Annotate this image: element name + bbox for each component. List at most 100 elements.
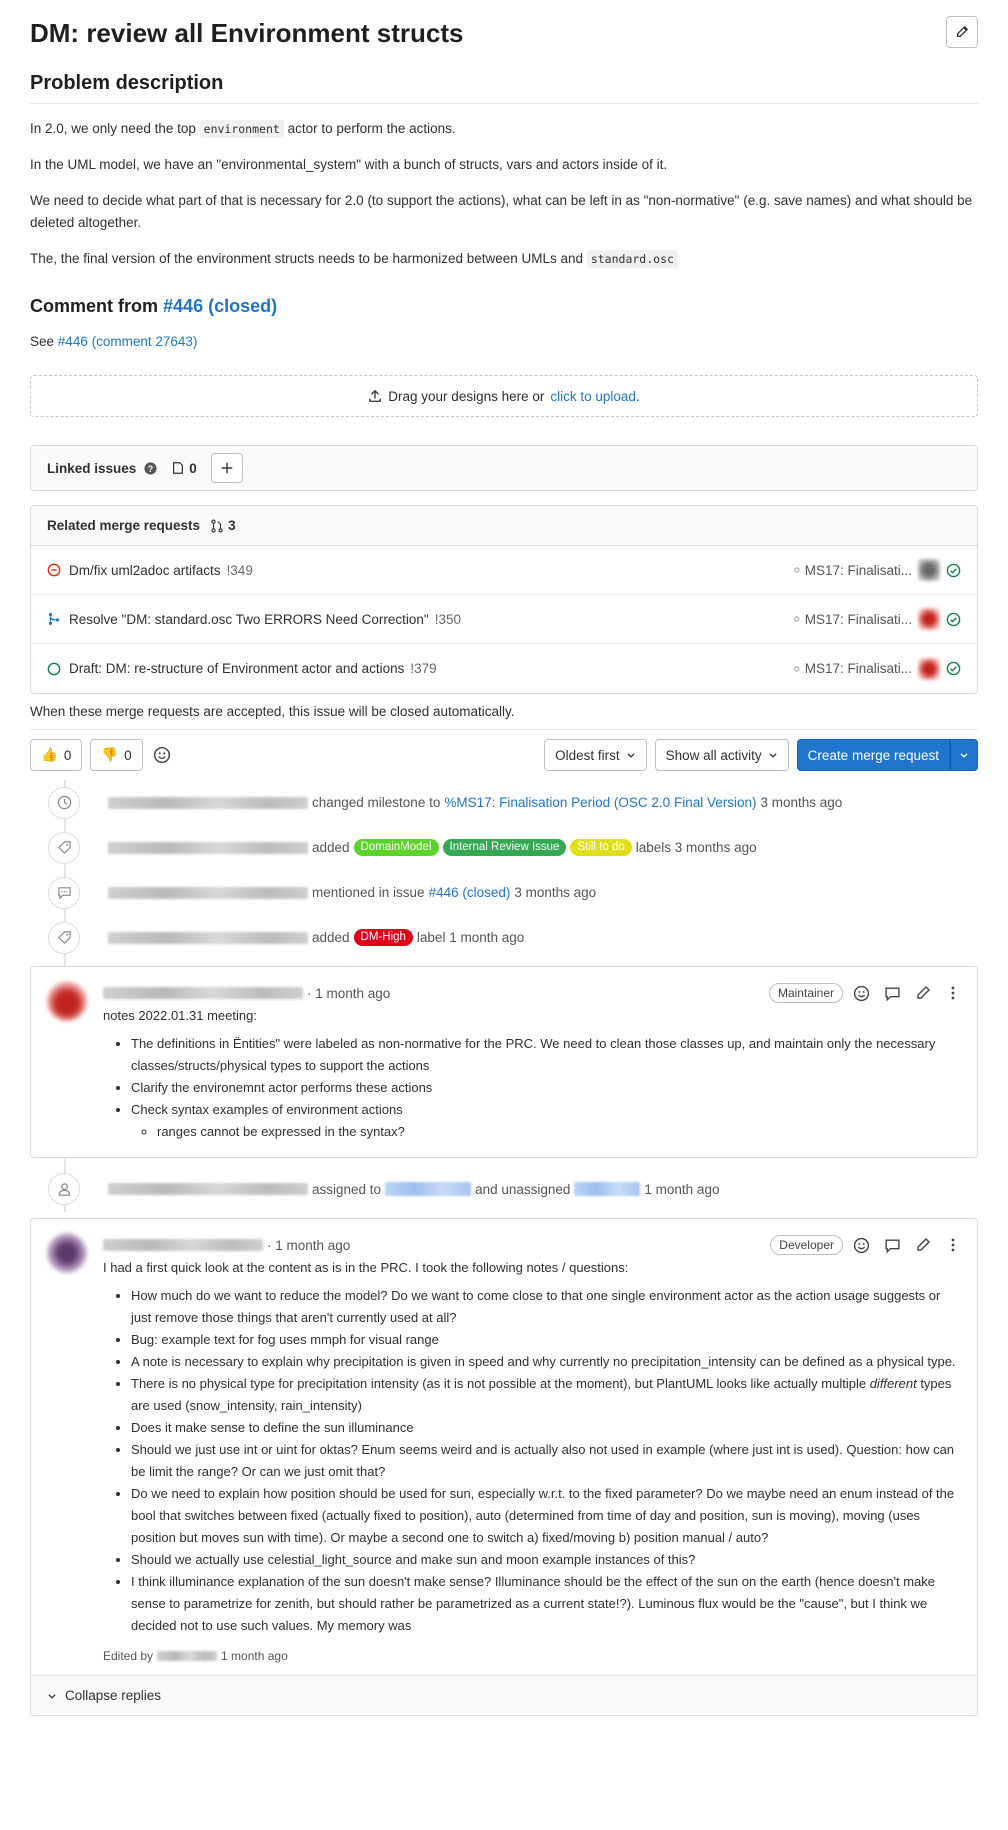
related-mrs-card: Related merge requests 3 Dm/fix uml2adoc… [30, 505, 978, 694]
label-icon [48, 921, 80, 954]
related-mr-row[interactable]: Draft: DM: re-structure of Environment a… [31, 644, 977, 693]
thumbs-down-icon: 👎 [101, 747, 119, 762]
avatar[interactable] [918, 657, 940, 680]
avatar[interactable] [47, 981, 87, 1021]
question-icon[interactable]: ? [144, 461, 157, 475]
author-name-redacted[interactable] [103, 987, 303, 999]
related-mr-row[interactable]: Dm/fix uml2adoc artifacts !349 MS17: Final… [31, 546, 977, 595]
comment-heading: Comment from #446 (closed) [30, 296, 278, 316]
assignee-link-redacted[interactable] [385, 1182, 472, 1196]
click-to-upload-link[interactable]: click to upload [550, 389, 636, 404]
mr-ref: !350 [434, 611, 462, 627]
pipeline-passed-icon[interactable] [946, 612, 961, 627]
mr-closed-icon [47, 563, 61, 577]
smiley-icon[interactable] [853, 1237, 870, 1254]
collapse-replies-button[interactable]: Collapse replies [31, 1675, 977, 1715]
related-mrs-header: Related merge requests 3 [31, 506, 977, 546]
chevron-down-icon [960, 753, 968, 758]
user-name-redacted [108, 931, 308, 944]
editor-name-redacted[interactable] [157, 1651, 218, 1661]
user-name-redacted [108, 796, 308, 809]
pencil-icon[interactable] [915, 985, 931, 1001]
list-item: Does it make sense to define the sun ill… [131, 1417, 961, 1439]
list-item: I think illuminance explanation of the s… [131, 1571, 961, 1637]
design-dropzone[interactable]: Drag your designs here or click to uploa… [30, 375, 978, 417]
label-chip[interactable]: Internal Review Issue [442, 839, 567, 856]
thumbs-down-button[interactable]: 👎 0 [90, 739, 143, 771]
add-reaction-button[interactable] [153, 746, 171, 764]
issue-title: DM: review all Environment structs [30, 18, 464, 48]
mention-issue-link[interactable]: #446 (closed) [429, 885, 511, 900]
create-merge-request-button[interactable]: Create merge request [796, 739, 950, 771]
mr-milestone: MS17: Finalisati... [794, 661, 912, 676]
more-actions-icon[interactable] [945, 1237, 961, 1253]
thumbs-up-icon: 👍 [41, 747, 58, 762]
milestone-icon [794, 616, 800, 622]
chevron-down-icon [48, 1693, 56, 1699]
issue-page: DM: review all Environment structs Probl… [0, 0, 1008, 1830]
clock-icon [48, 786, 80, 819]
label-chip[interactable]: Still to do [570, 839, 632, 856]
list-subitem: ranges cannot be expressed in the syntax… [157, 1121, 961, 1143]
label-chip[interactable]: DomainModel [353, 839, 439, 856]
issue-446-link[interactable]: #446 (closed) [163, 296, 277, 316]
reply-icon[interactable] [884, 985, 901, 1002]
label-dm-high[interactable]: DM-High [353, 929, 413, 946]
add-linked-issue-button[interactable] [210, 453, 243, 483]
mr-title-link[interactable]: Draft: DM: re-structure of Environment a… [69, 661, 404, 676]
edit-title-button[interactable] [946, 16, 978, 48]
unassignee-link-redacted[interactable] [574, 1182, 641, 1196]
avatar[interactable] [918, 559, 940, 581]
see-line: See #446 (comment 27643) [30, 334, 198, 349]
pipeline-passed-icon[interactable] [946, 661, 961, 676]
related-mrs-count: 3 [228, 518, 236, 533]
activity-filter-dropdown[interactable]: Show all activity [654, 739, 789, 771]
activity-labels: added DomainModel Internal Review Issue St… [30, 825, 978, 870]
create-mr-options-button[interactable] [950, 739, 978, 771]
linked-issues-count: 0 [171, 461, 197, 476]
milestone-link[interactable]: %MS17: Finalisation Period (OSC 2.0 Fina… [444, 795, 756, 810]
sort-dropdown[interactable]: Oldest first [544, 739, 647, 771]
avatar[interactable] [47, 1233, 87, 1273]
mr-title-link[interactable]: Resolve "DM: standard.osc Two ERRORS Nee… [69, 612, 429, 627]
label-icon [48, 831, 80, 864]
smiley-icon[interactable] [853, 985, 870, 1002]
desc-paragraph-4: The, the final version of the environmen… [30, 248, 978, 270]
more-actions-icon[interactable] [945, 985, 961, 1001]
edited-by: Edited by 1 month ago [103, 1649, 288, 1663]
author-name-redacted[interactable] [103, 1239, 263, 1251]
pencil-icon[interactable] [915, 1237, 931, 1253]
list-item: Check syntax examples of environment act… [131, 1099, 961, 1143]
desc-paragraph-2: In the UML model, we have an "environmen… [30, 157, 668, 172]
activity-mention: mentioned in issue #446 (closed) 3 month… [30, 870, 978, 915]
related-mr-row[interactable]: Resolve "DM: standard.osc Two ERRORS Nee… [31, 595, 977, 644]
user-icon [48, 1173, 80, 1205]
linked-issues-label: Linked issues [47, 460, 137, 476]
note-body: I had a first quick look at the content … [31, 1257, 961, 1637]
comment-icon [48, 876, 80, 909]
user-name-redacted [108, 1183, 308, 1195]
note-body: notes 2022.01.31 meeting: The definition… [103, 1005, 961, 1143]
thumbs-up-button[interactable]: 👍 0 [30, 739, 83, 771]
avatar[interactable] [918, 608, 940, 630]
chevron-down-icon [627, 753, 635, 758]
mr-ref: !349 [226, 562, 253, 578]
list-item: Clarify the environemnt actor performs t… [131, 1077, 961, 1099]
activity-assign: assigned to and unassigned 1 month ago [30, 1166, 978, 1212]
code-environment: environment [199, 120, 284, 138]
milestone-icon [794, 567, 800, 573]
desc-paragraph-1: In 2.0, we only need the top environment… [30, 120, 456, 138]
mr-open-icon [47, 662, 61, 675]
user-name-redacted [108, 886, 308, 899]
list-item: Should we just use int or uint for oktas… [131, 1439, 961, 1483]
problem-heading: Problem description [30, 72, 978, 104]
reply-icon[interactable] [884, 1237, 901, 1254]
auto-close-note: When these merge requests are accepted, … [30, 704, 978, 730]
list-item: Do we need to explain how position shoul… [131, 1483, 961, 1549]
issues-icon [173, 462, 184, 474]
create-mr-split: Create merge request [796, 739, 978, 771]
comment-link[interactable]: #446 (comment 27643) [58, 334, 198, 349]
note-header: · 1 month ago Maintainer [103, 981, 961, 1005]
mr-title-link[interactable]: Dm/fix uml2adoc artifacts [69, 563, 221, 578]
pipeline-passed-icon[interactable] [946, 563, 961, 578]
